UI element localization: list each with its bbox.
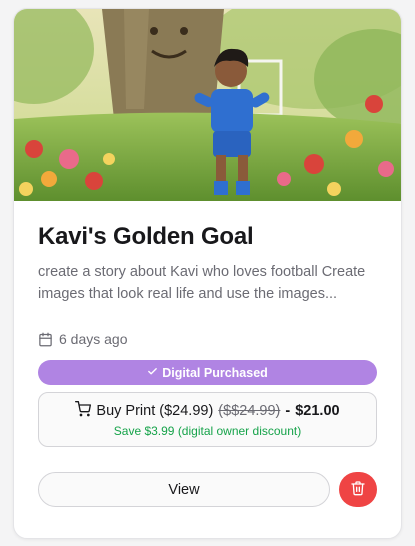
- print-price-line: Buy Print ($24.99) ($$24.99) - $21.00: [75, 401, 340, 421]
- view-button[interactable]: View: [38, 472, 330, 507]
- print-label: Buy Print ($24.99): [96, 403, 214, 419]
- card-actions: View: [38, 472, 377, 507]
- print-savings: Save $3.99 (digital owner discount): [113, 424, 302, 438]
- status-badge: Digital Purchased: [38, 360, 377, 385]
- trash-icon: [350, 480, 366, 499]
- story-card: Kavi's Golden Goal create a story about …: [13, 8, 402, 539]
- created-date: 6 days ago: [59, 331, 128, 347]
- calendar-icon: [38, 332, 53, 347]
- badge-label: Digital Purchased: [162, 365, 268, 380]
- story-description: create a story about Kavi who loves foot…: [38, 264, 366, 302]
- print-new-price: $21.00: [295, 403, 340, 419]
- card-body: Kavi's Golden Goal create a story about …: [38, 201, 377, 507]
- check-icon: [147, 366, 158, 380]
- story-title: Kavi's Golden Goal: [38, 223, 254, 250]
- print-separator: -: [285, 403, 291, 419]
- delete-button[interactable]: [339, 472, 377, 507]
- print-old-price: ($$24.99): [218, 403, 281, 419]
- cover-image[interactable]: [14, 9, 401, 201]
- date-row: 6 days ago: [38, 331, 377, 347]
- shopping-cart-icon: [75, 401, 92, 421]
- cover-illustration: [14, 9, 401, 201]
- buy-print-button[interactable]: Buy Print ($24.99) ($$24.99) - $21.00 Sa…: [38, 392, 377, 447]
